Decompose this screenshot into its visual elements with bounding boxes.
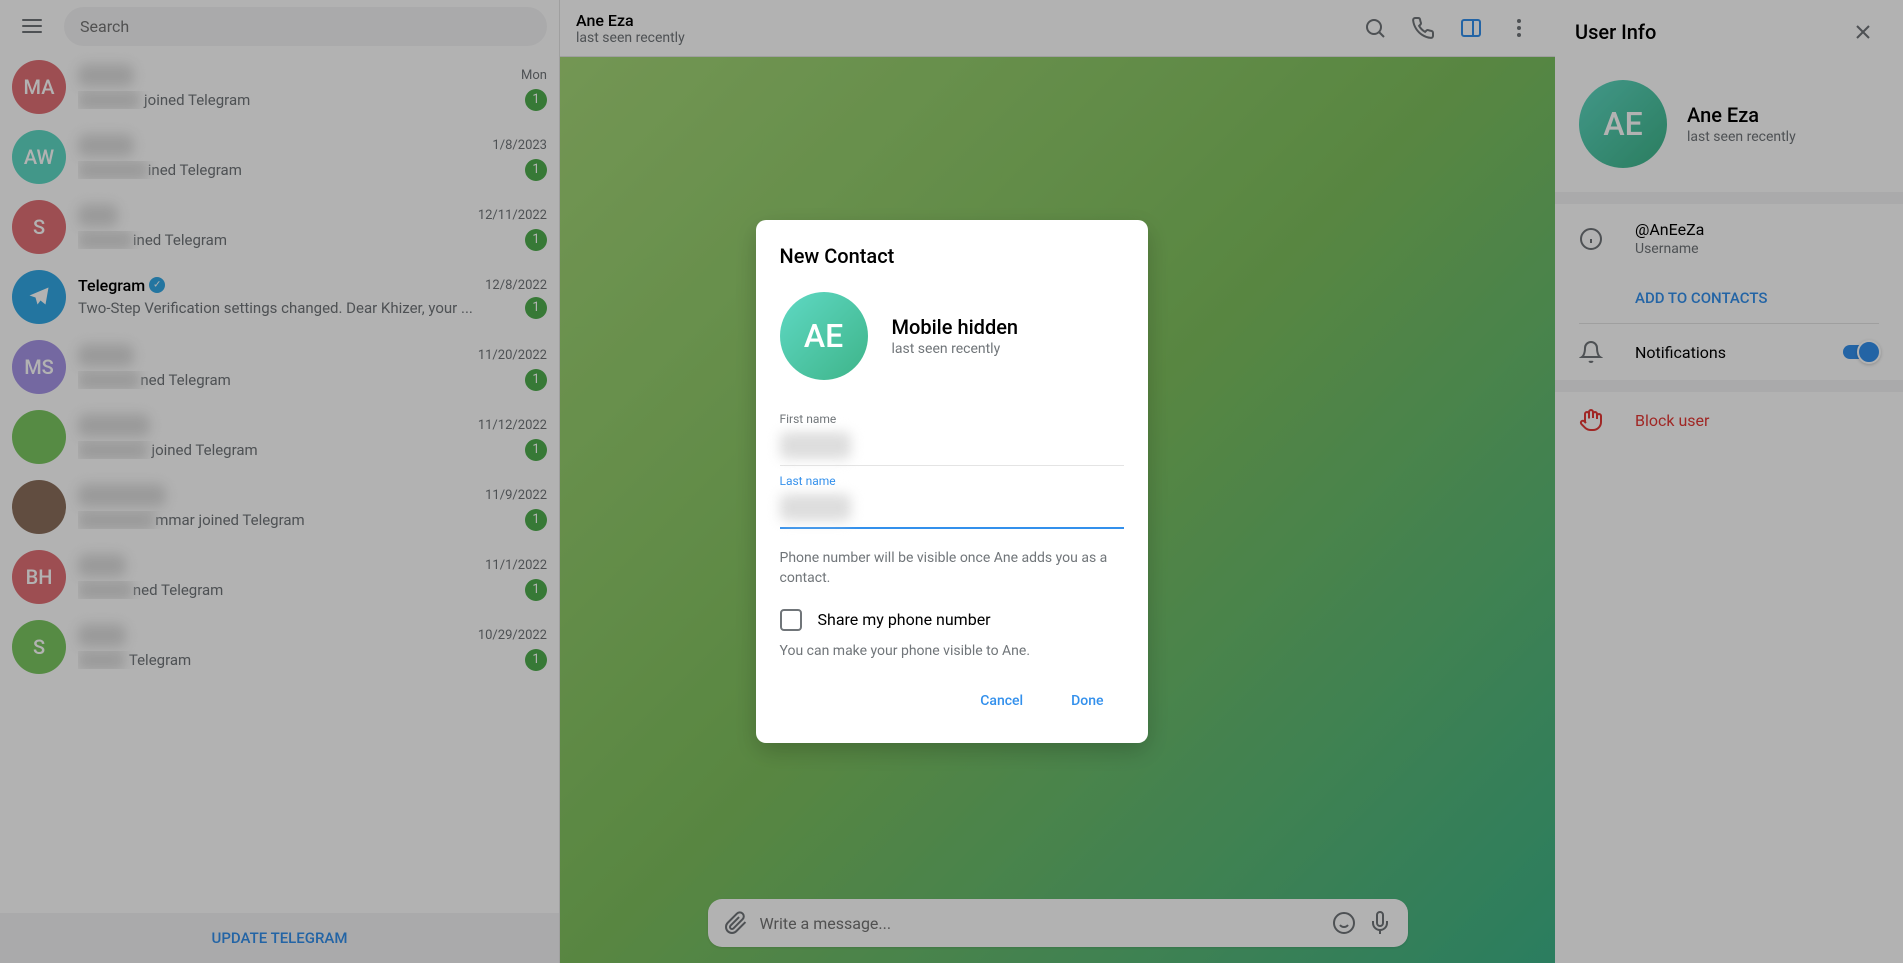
modal-actions: Cancel Done	[780, 683, 1124, 719]
first-name-field: First name xxx	[780, 412, 1124, 466]
modal-profile: AE Mobile hidden last seen recently	[780, 292, 1124, 380]
new-contact-modal: New Contact AE Mobile hidden last seen r…	[756, 220, 1148, 742]
phone-visibility-note: Phone number will be visible once Ane ad…	[780, 549, 1124, 588]
share-phone-label: Share my phone number	[818, 610, 991, 629]
share-phone-row: Share my phone number	[780, 609, 1124, 631]
done-button[interactable]: Done	[1051, 683, 1123, 719]
cancel-button[interactable]: Cancel	[960, 683, 1043, 719]
modal-avatar: AE	[780, 292, 868, 380]
first-name-label: First name	[780, 412, 1124, 426]
first-name-input[interactable]: xxx	[780, 432, 1124, 459]
modal-status: last seen recently	[892, 341, 1019, 357]
last-name-label: Last name	[780, 474, 1124, 488]
mobile-hidden-label: Mobile hidden	[892, 315, 1019, 339]
share-phone-note: You can make your phone visible to Ane.	[780, 643, 1124, 659]
modal-backdrop[interactable]: New Contact AE Mobile hidden last seen r…	[0, 0, 1903, 963]
modal-title: New Contact	[780, 244, 1124, 268]
share-phone-checkbox[interactable]	[780, 609, 802, 631]
last-name-field: Last name xxx	[780, 474, 1124, 529]
last-name-input[interactable]: xxx	[780, 494, 1124, 521]
